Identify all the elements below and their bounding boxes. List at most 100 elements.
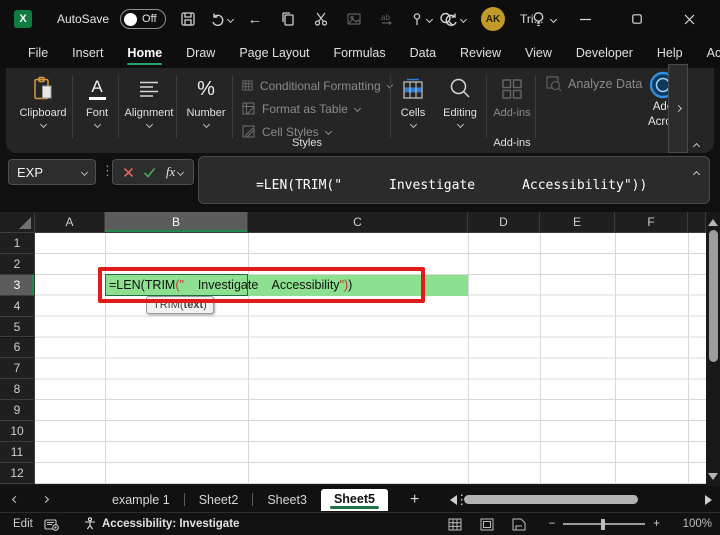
sheet-nav-right-icon[interactable] [30,497,60,502]
number-chevron-icon [202,121,209,128]
insert-function-button[interactable]: fx [166,164,183,180]
cells-area[interactable]: =LEN(TRIM(" Investigate Accessibility")) [35,233,706,484]
search-icon[interactable] [438,11,455,28]
scroll-down-icon[interactable] [708,473,718,480]
vertical-scrollbar[interactable] [706,212,720,486]
row-header-1[interactable]: 1 [0,233,35,254]
spreadsheet-grid: A B C D E F 1 2 3 4 5 6 7 8 9 10 11 12 =… [0,212,720,486]
gridline [248,233,249,484]
column-header-d[interactable]: D [468,212,540,233]
zoom-out-button[interactable]: − [549,518,556,530]
row-header-3[interactable]: 3 [0,275,35,296]
row-header-6[interactable]: 6 [0,338,35,359]
add-sheet-button[interactable]: + [388,491,441,509]
cut-icon[interactable] [310,8,332,30]
touch-mode-button[interactable] [409,11,432,27]
sheet-tab-example1[interactable]: example 1 [98,490,184,510]
lightbulb-icon[interactable] [531,11,546,28]
name-box[interactable]: EXP [8,159,96,185]
touch-mode-dropdown-icon[interactable] [426,15,433,22]
column-header-e[interactable]: E [540,212,615,233]
undo-button[interactable] [210,11,233,27]
column-header-b[interactable]: B [105,212,248,233]
save-icon[interactable] [177,8,199,30]
row-header-2[interactable]: 2 [0,254,35,275]
undo-dropdown-icon[interactable] [227,15,234,22]
vertical-scroll-thumb[interactable] [709,230,718,362]
zoom-level[interactable]: 100% [668,518,712,530]
sheet-tab-sheet3[interactable]: Sheet3 [253,490,321,510]
editing-group-button[interactable]: Editing [436,74,484,127]
scroll-left-icon[interactable] [450,495,457,505]
macro-record-icon[interactable] [44,518,59,531]
normal-view-icon[interactable] [439,518,471,531]
excel-logo-icon[interactable]: X [14,10,32,28]
row-header-7[interactable]: 7 [0,358,35,379]
status-bar: Edit Accessibility: Investigate − + [0,512,720,535]
row-header-5[interactable]: 5 [0,317,35,338]
tab-file[interactable]: File [16,41,60,65]
tab-page-layout[interactable]: Page Layout [227,41,321,65]
tab-help[interactable]: Help [645,41,695,65]
font-chevron-icon [93,121,100,128]
formula-input[interactable]: =LEN(TRIM(" Investigate Accessibility")) [198,156,710,204]
format-as-table-button[interactable]: Format as Table [242,97,392,120]
page-break-view-icon[interactable] [503,518,535,531]
tab-review[interactable]: Review [448,41,513,65]
conditional-formatting-button[interactable]: Conditional Formatting [242,74,392,97]
scroll-up-icon[interactable] [708,219,718,226]
zoom-slider[interactable] [563,523,645,525]
tab-data[interactable]: Data [398,41,448,65]
zoom-in-button[interactable]: + [653,518,660,530]
tab-home[interactable]: Home [115,41,174,65]
page-layout-view-icon[interactable] [471,518,503,531]
ribbon-collapse-button[interactable] [694,136,699,154]
sheet-tab-sheet5[interactable]: Sheet5 [321,489,388,511]
ribbon-overflow-strip[interactable] [668,64,688,153]
ribbon-overflow-chevron-icon [674,105,681,112]
close-button[interactable] [676,6,702,32]
font-group-button[interactable]: A Font [76,74,118,127]
clipboard-group-button[interactable]: Clipboard [14,74,72,127]
copy-icon[interactable] [277,8,299,30]
statusbar-right: − + 100% [439,518,712,531]
tab-formulas[interactable]: Formulas [322,41,398,65]
active-cell-b3[interactable]: =LEN(TRIM(" Investigate Accessibility")) [105,275,468,296]
row-header-12[interactable]: 12 [0,463,35,484]
row-header-4[interactable]: 4 [0,296,35,317]
back-icon[interactable]: ← [244,8,266,30]
tab-acrobat[interactable]: Acrobat [695,41,720,65]
column-header-partial[interactable] [688,212,706,233]
column-header-f[interactable]: F [615,212,688,233]
horizontal-scrollbar[interactable] [450,493,712,506]
tab-view[interactable]: View [513,41,564,65]
tab-developer[interactable]: Developer [564,41,645,65]
zoom-slider-thumb[interactable] [601,519,605,530]
scroll-right-icon[interactable] [705,495,712,505]
format-as-table-chevron-icon [354,105,361,112]
formula-bar-collapse-icon[interactable] [694,166,699,181]
horizontal-scroll-thumb[interactable] [464,495,638,504]
sheet-nav-left-icon[interactable] [0,497,30,502]
accessibility-status[interactable]: Accessibility: Investigate [83,517,239,531]
enter-icon[interactable] [143,167,156,178]
cells-group-button[interactable]: Cells [392,74,434,127]
select-all-corner[interactable] [0,212,35,233]
number-group-button[interactable]: % Number [180,74,232,127]
row-header-11[interactable]: 11 [0,442,35,463]
name-box-dropdown-icon[interactable] [81,168,88,175]
maximize-button[interactable] [624,6,650,32]
column-header-a[interactable]: A [35,212,105,233]
autosave-toggle[interactable]: Off [120,9,166,29]
avatar[interactable]: AK [481,7,505,31]
alignment-group-button[interactable]: Alignment [122,74,176,127]
minimize-button[interactable] [572,6,598,32]
column-header-c[interactable]: C [248,212,468,233]
row-header-10[interactable]: 10 [0,421,35,442]
cancel-icon[interactable] [123,167,134,178]
tab-draw[interactable]: Draw [174,41,227,65]
row-header-8[interactable]: 8 [0,379,35,400]
sheet-tab-sheet2[interactable]: Sheet2 [185,490,253,510]
row-header-9[interactable]: 9 [0,400,35,421]
tab-insert[interactable]: Insert [60,41,115,65]
